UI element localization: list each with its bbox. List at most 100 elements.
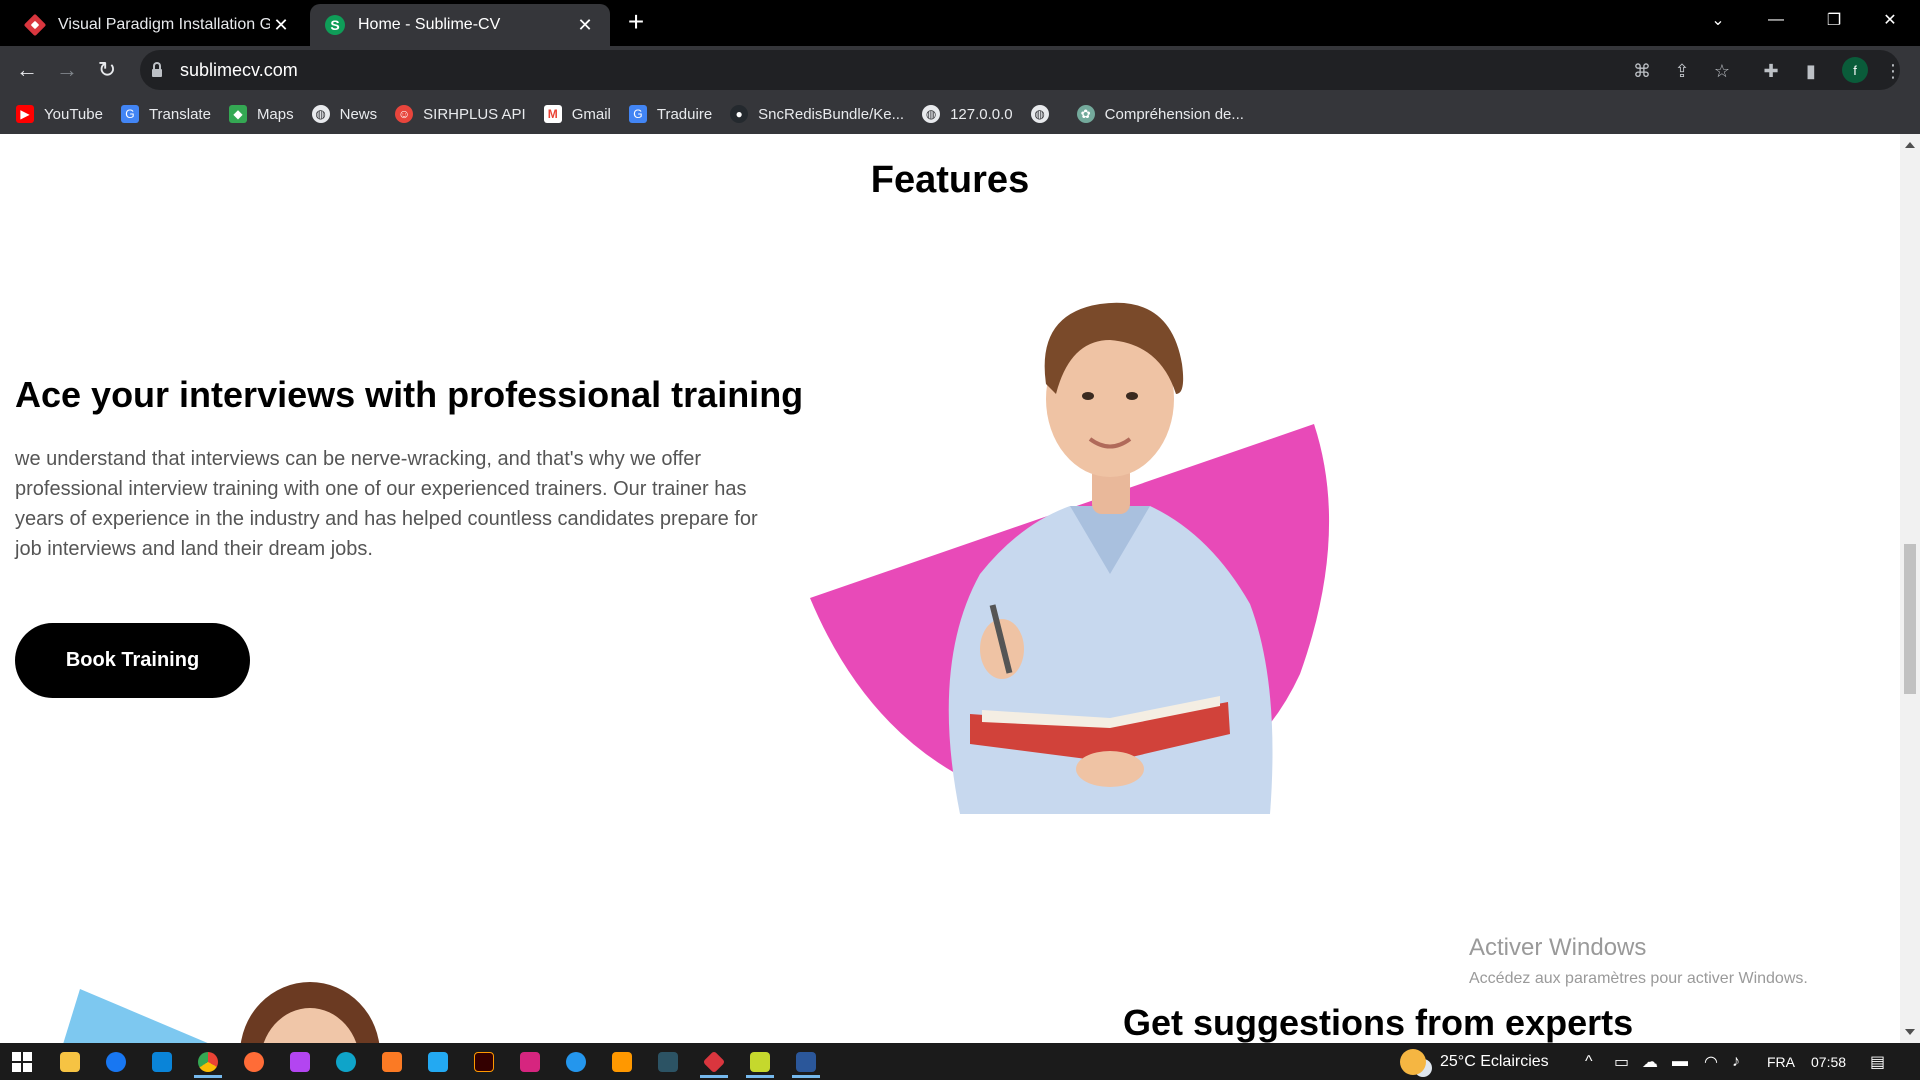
clock[interactable]: 07:58: [1811, 1043, 1846, 1080]
facebook-icon[interactable]: [96, 1046, 136, 1078]
bookmark-label: Traduire: [656, 105, 713, 123]
bookmark-globe[interactable]: ◍: [1030, 105, 1059, 123]
bookmark-sirhplus-api[interactable]: ☺ SIRHPLUS API: [395, 105, 526, 123]
bookmark-localhost[interactable]: ◍ 127.0.0.0: [922, 105, 1013, 123]
book-training-button[interactable]: Book Training: [15, 623, 250, 698]
translate-page-icon[interactable]: ⌘: [1629, 58, 1655, 84]
back-icon[interactable]: ←: [11, 54, 43, 86]
expert-illustration: [63, 982, 380, 1043]
activation-title: Activer Windows: [1469, 934, 1647, 961]
forward-icon[interactable]: →: [51, 54, 83, 86]
globe-icon: ◍: [922, 105, 941, 123]
terminal-icon[interactable]: [648, 1046, 688, 1078]
globe-icon: ◍: [1030, 105, 1049, 123]
windows-taskbar: 25°C Eclaircies ^ ▭ ☁ ▬ ◠ ♪ FRA 07:58 ▤: [0, 1043, 1920, 1080]
lock-icon[interactable]: [152, 62, 162, 77]
new-tab-button[interactable]: +: [620, 6, 652, 38]
features-title: Features: [870, 159, 1030, 201]
sublime-icon[interactable]: [602, 1046, 642, 1078]
postman-icon[interactable]: [234, 1046, 274, 1078]
extensions-icon[interactable]: ✚: [1758, 58, 1784, 84]
bookmark-sncredisbundle[interactable]: ● SncRedisBundle/Ke...: [730, 105, 904, 123]
bookmark-label: 127.0.0.0: [950, 105, 1013, 123]
minimize-button[interactable]: —: [1748, 0, 1804, 40]
close-icon[interactable]: ✕: [574, 14, 596, 36]
phpstorm-icon[interactable]: [280, 1046, 320, 1078]
bookmark-news[interactable]: ◍ News: [311, 105, 378, 123]
weather-text: 25°C Eclaircies: [1440, 1052, 1549, 1070]
sublime-cv-icon: S: [324, 14, 346, 36]
wifi-icon[interactable]: ◠: [1704, 1043, 1718, 1080]
weather-widget[interactable]: 25°C Eclaircies: [1400, 1043, 1549, 1080]
bookmarks-bar: ▶ YouTube G Translate ◆ Maps ◍ News ☺ SI…: [0, 94, 1920, 134]
url-text[interactable]: sublimecv.com: [180, 60, 298, 81]
xampp-icon[interactable]: [372, 1046, 412, 1078]
bookmark-label: SncRedisBundle/Ke...: [758, 105, 905, 123]
page-scrollbar[interactable]: [1900, 134, 1920, 1043]
illustrator-icon[interactable]: [464, 1046, 504, 1078]
bookmark-youtube[interactable]: ▶ YouTube: [16, 105, 103, 123]
github-icon: ●: [730, 105, 749, 123]
activation-subtitle: Accédez aux paramètres pour activer Wind…: [1469, 970, 1808, 987]
chatgpt-icon: ✿: [1076, 105, 1095, 123]
share-icon[interactable]: ⇪: [1669, 58, 1695, 84]
bookmark-translate[interactable]: G Translate: [120, 105, 211, 123]
side-panel-icon[interactable]: ▮: [1798, 58, 1824, 84]
mail-icon[interactable]: [142, 1046, 182, 1078]
hero-description: we understand that interviews can be ner…: [15, 448, 758, 560]
youtube-icon: ▶: [16, 105, 34, 123]
menu-icon[interactable]: ⋮: [1880, 58, 1906, 84]
meet-icon[interactable]: ▭: [1614, 1043, 1629, 1080]
vscode-icon[interactable]: [418, 1046, 458, 1078]
onedrive-icon[interactable]: ☁: [1642, 1043, 1658, 1080]
bookmark-gmail[interactable]: M Gmail: [543, 105, 611, 123]
word-icon[interactable]: [786, 1046, 826, 1078]
language-indicator[interactable]: FRA: [1767, 1043, 1795, 1080]
volume-icon[interactable]: ♪: [1732, 1043, 1740, 1080]
tab-search-icon[interactable]: ⌄: [1690, 0, 1746, 40]
gmail-icon: M: [543, 105, 562, 123]
browser-toolbar: ← → ↻ sublimecv.com ⌘ ⇪ ☆ ✚ ▮ f ⋮: [0, 46, 1920, 94]
app-pink-icon[interactable]: [510, 1046, 550, 1078]
edge-icon[interactable]: [326, 1046, 366, 1078]
maps-icon: ◆: [228, 105, 247, 123]
hero-heading: Ace your interviews with professional tr…: [15, 374, 804, 415]
tab-sublime-cv[interactable]: S Home - Sublime-CV ✕: [310, 4, 610, 46]
notifications-icon[interactable]: ▤: [1870, 1043, 1885, 1080]
globe-icon: ◍: [311, 105, 330, 123]
bookmark-label: News: [339, 105, 378, 123]
bookmark-label: Translate: [148, 105, 211, 123]
close-icon[interactable]: ✕: [270, 14, 292, 36]
visual-paradigm-icon[interactable]: [694, 1046, 734, 1078]
blue-accent-shape: [63, 989, 208, 1043]
bookmark-traduire[interactable]: G Traduire: [628, 105, 713, 123]
tab-title: Visual Paradigm Installation Guid: [58, 16, 270, 33]
battery-icon[interactable]: ▬: [1672, 1043, 1688, 1080]
bookmark-label: SIRHPLUS API: [423, 105, 526, 123]
tab-visual-paradigm[interactable]: Visual Paradigm Installation Guid ✕: [10, 4, 306, 46]
weather-icon: [1400, 1048, 1426, 1075]
window-close-button[interactable]: ✕: [1862, 0, 1918, 40]
docker-icon[interactable]: [556, 1046, 596, 1078]
bookmark-label: YouTube: [44, 105, 103, 123]
bookmark-label: Gmail: [571, 105, 611, 123]
windows-start-icon[interactable]: [2, 1046, 42, 1078]
translate-icon: G: [120, 105, 139, 123]
bookmark-star-icon[interactable]: ☆: [1709, 58, 1735, 84]
scroll-up-icon[interactable]: [1905, 142, 1915, 148]
windows-activation-notice: Activer Windows Accédez aux paramètres p…: [1469, 934, 1808, 988]
file-explorer-icon[interactable]: [50, 1046, 90, 1078]
sirhplus-icon: ☺: [395, 105, 414, 123]
scroll-down-icon[interactable]: [1905, 1029, 1915, 1035]
bookmark-label: Compréhension de...: [1104, 105, 1244, 123]
profile-avatar[interactable]: f: [1842, 57, 1868, 83]
tray-chevron-icon[interactable]: ^: [1585, 1043, 1593, 1080]
chrome-icon[interactable]: [188, 1046, 228, 1078]
translate-icon: G: [628, 105, 647, 123]
scroll-thumb[interactable]: [1904, 544, 1916, 694]
restore-button[interactable]: ❐: [1806, 0, 1862, 40]
reload-icon[interactable]: ↻: [91, 54, 123, 86]
media-player-icon[interactable]: [740, 1046, 780, 1078]
bookmark-comprehension[interactable]: ✿ Compréhension de...: [1076, 105, 1244, 123]
bookmark-maps[interactable]: ◆ Maps: [228, 105, 294, 123]
